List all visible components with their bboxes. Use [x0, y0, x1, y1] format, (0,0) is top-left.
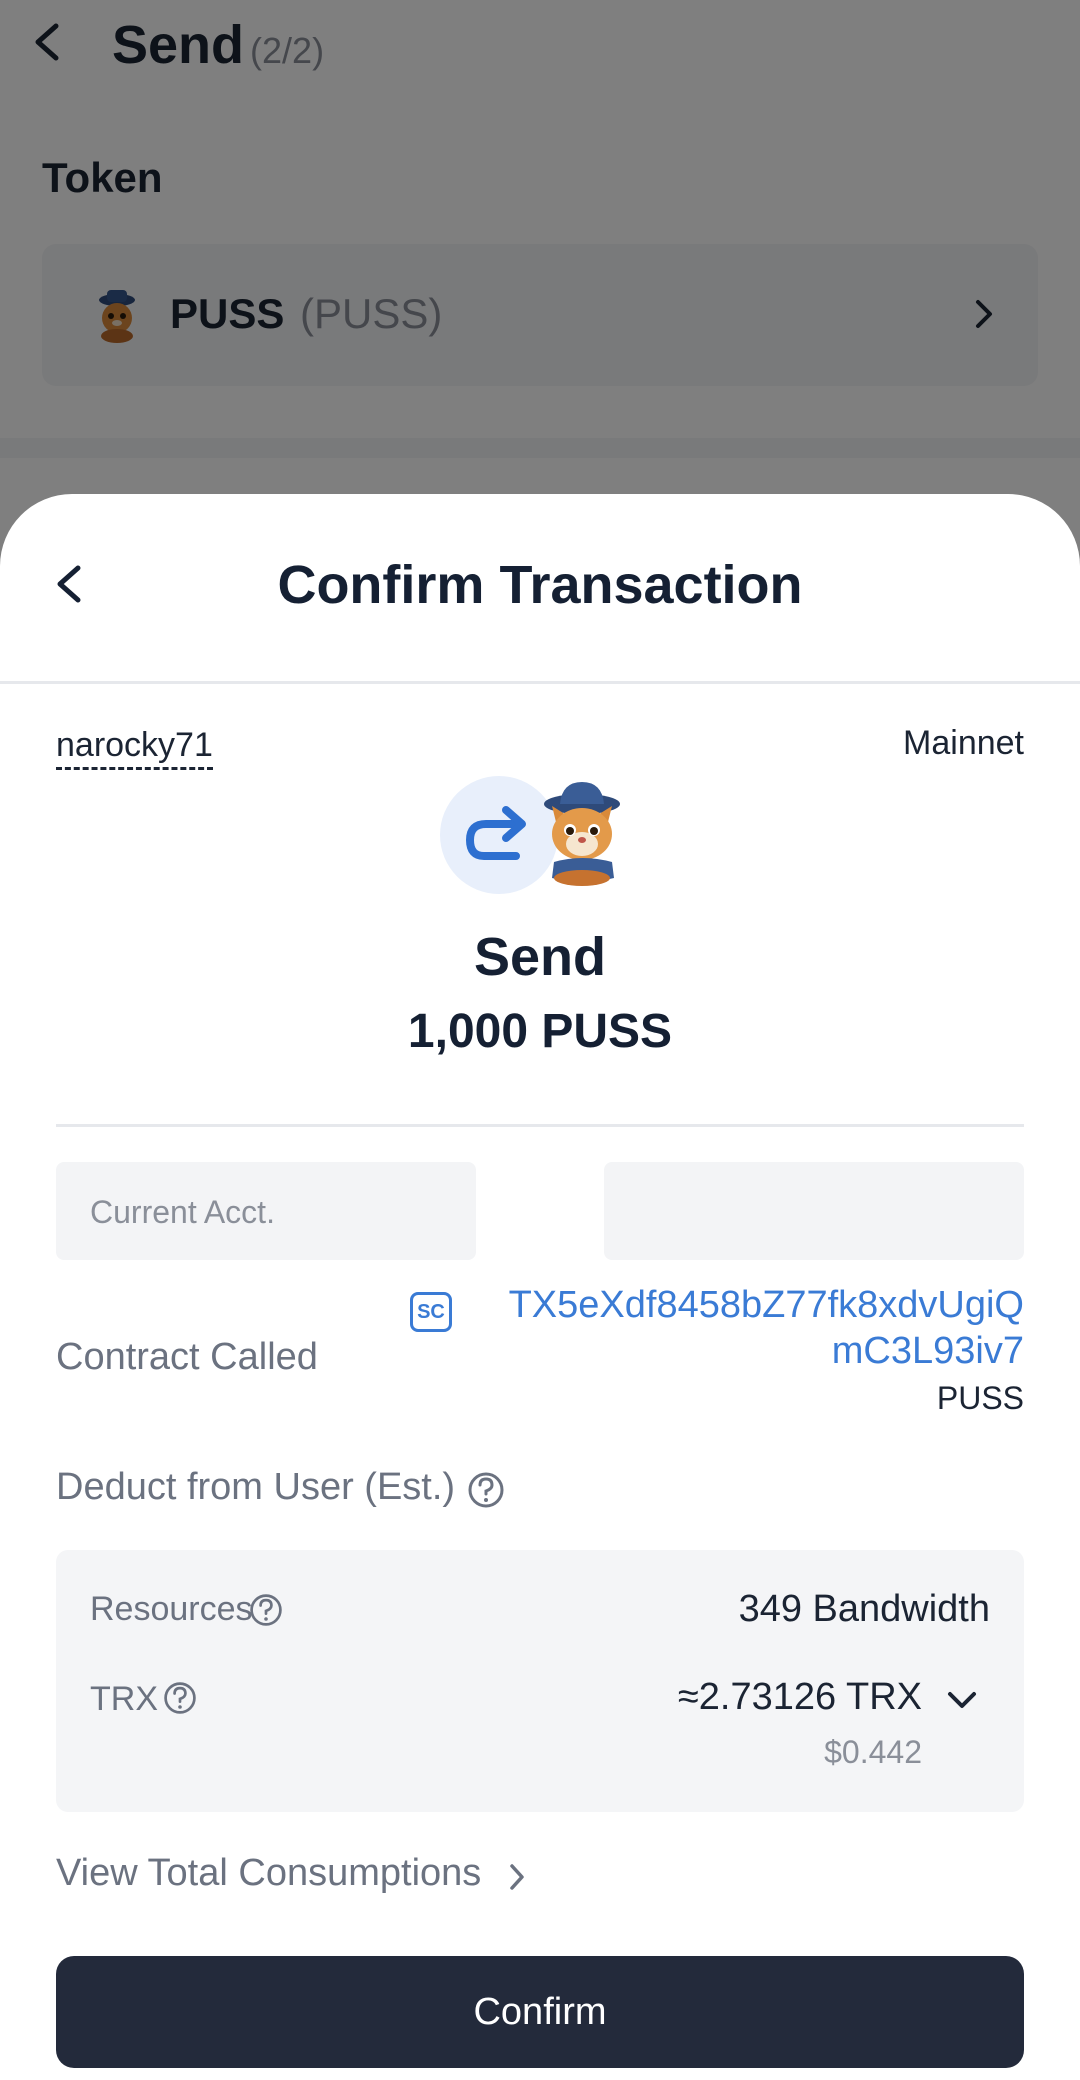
confirm-button[interactable]: Confirm — [56, 1956, 1024, 2068]
confirm-transaction-sheet: Confirm Transaction narocky71 Mainnet Se… — [0, 494, 1080, 2080]
help-circle-icon[interactable] — [466, 1470, 506, 1510]
trx-fee-usd: $0.442 — [824, 1734, 922, 1770]
current-account-label: Current Acct. — [90, 1194, 275, 1230]
trx-label: TRX — [90, 1680, 158, 1718]
contract-address-line1[interactable]: TX5eXdf8458bZ77fk8xdvUgiQ — [509, 1284, 1024, 1327]
help-circle-icon[interactable] — [248, 1592, 284, 1628]
sheet-title: Confirm Transaction — [277, 555, 803, 615]
deduct-from-user-label: Deduct from User (Est.) — [56, 1466, 456, 1508]
trx-fee-value: ≈2.73126 TRX — [677, 1676, 922, 1718]
network-label: Mainnet — [903, 724, 1024, 762]
chevron-right-icon[interactable] — [508, 1860, 528, 1894]
contract-token-name: PUSS — [936, 1380, 1024, 1416]
sheet-header: Confirm Transaction — [0, 494, 1080, 684]
fee-estimate-card: Resources 349 Bandwidth TRX ≈2.73126 TRX… — [56, 1550, 1024, 1812]
chevron-down-icon[interactable] — [946, 1690, 978, 1712]
contract-address-line2[interactable]: mC3L93iv7 — [832, 1330, 1024, 1373]
resources-label: Resources — [90, 1590, 253, 1628]
cat-token-icon — [544, 782, 620, 886]
smart-contract-icon: SC — [410, 1292, 452, 1332]
help-circle-icon[interactable] — [162, 1680, 198, 1716]
action-label: Send — [473, 927, 607, 987]
recipient-account-box — [604, 1162, 1024, 1260]
send-amount: 1,000 PUSS — [407, 1005, 673, 1058]
resources-value: 349 Bandwidth — [738, 1588, 990, 1630]
account-name[interactable]: narocky71 — [56, 726, 213, 770]
view-total-consumptions-link[interactable]: View Total Consumptions — [56, 1852, 481, 1895]
divider — [56, 1124, 1024, 1127]
contract-called-label: Contract Called — [56, 1336, 318, 1378]
current-account-box: Current Acct. — [56, 1162, 476, 1260]
